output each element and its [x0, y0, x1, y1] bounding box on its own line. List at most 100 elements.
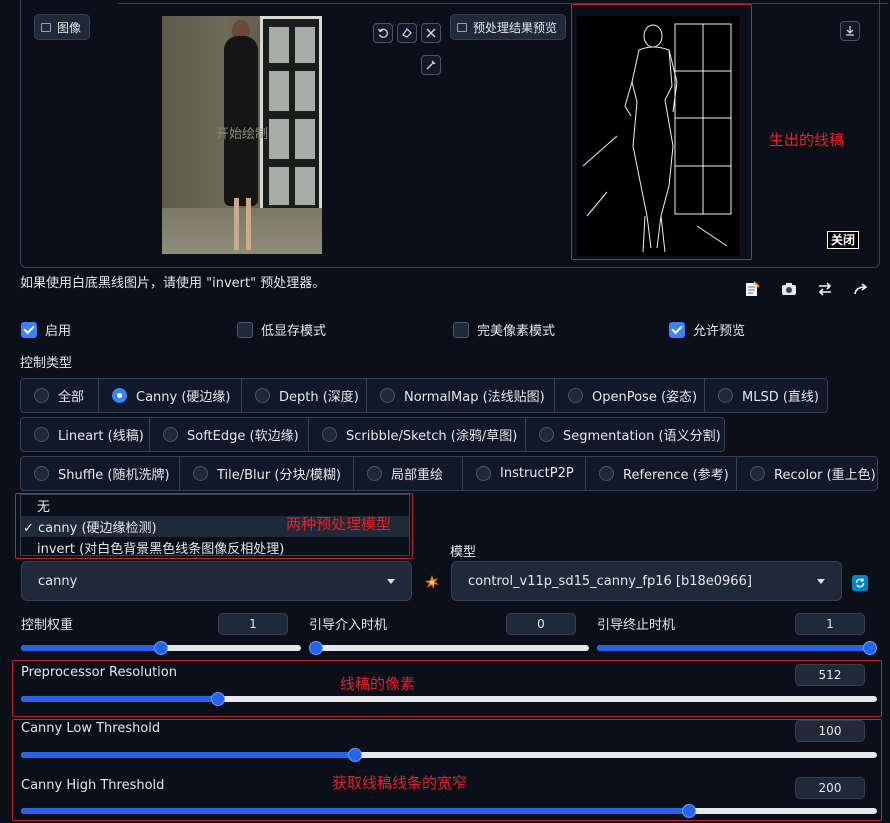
radio-segmentation-dot[interactable]: [539, 427, 554, 442]
chevron-down-icon: [817, 578, 825, 584]
checkbox-allow-preview-box[interactable]: [669, 321, 685, 338]
close-preview-button[interactable]: 关闭: [827, 231, 860, 249]
radio-inpaint[interactable]: 局部重绘: [353, 456, 463, 491]
slider-fill: [21, 752, 355, 758]
slider-thumb[interactable]: [863, 641, 877, 655]
radio-inpaint-dot[interactable]: [367, 466, 382, 481]
start-label: 引导介入时机: [309, 618, 388, 633]
radio-shuffle[interactable]: Shuffle (随机洗牌): [20, 456, 180, 491]
high-threshold-input[interactable]: 200: [795, 777, 865, 799]
undo-button[interactable]: [373, 23, 393, 43]
slider-thumb[interactable]: [309, 641, 323, 655]
checkbox-enable[interactable]: 启用: [21, 320, 71, 339]
checkbox-low-vram-box[interactable]: [237, 321, 253, 338]
undo-icon: [377, 28, 388, 38]
end-slider[interactable]: [597, 641, 877, 655]
swap-icon[interactable]: [816, 280, 834, 298]
radio-scribble[interactable]: Scribble/Sketch (涂鸦/草图): [308, 417, 526, 452]
radio-depth-dot[interactable]: [255, 388, 270, 403]
high-threshold-label: Canny High Threshold: [21, 778, 165, 793]
radio-canny[interactable]: Canny (硬边缘): [98, 378, 242, 413]
radio-shuffle-dot[interactable]: [34, 466, 49, 481]
low-threshold-input[interactable]: 100: [795, 720, 865, 742]
checkbox-pixel-perfect[interactable]: 完美像素模式: [453, 320, 555, 339]
end-label: 引导终止时机: [597, 618, 676, 633]
slider-fill: [21, 696, 218, 702]
slider-track[interactable]: [21, 808, 877, 814]
high-threshold-slider[interactable]: [21, 804, 877, 818]
image-input-label: 图像: [34, 14, 91, 40]
radio-canny-dot[interactable]: [112, 388, 127, 403]
control-type-row-3: Shuffle (随机洗牌) Tile/Blur (分块/模糊) 局部重绘 In…: [20, 456, 878, 491]
slider-thumb[interactable]: [681, 804, 696, 818]
clear-button[interactable]: [421, 23, 441, 43]
resolution-input[interactable]: 512: [795, 664, 865, 686]
run-preprocessor-button[interactable]: [424, 574, 440, 590]
radio-mlsd[interactable]: MLSD (直线): [704, 378, 828, 413]
resolution-slider[interactable]: [21, 692, 877, 706]
checkbox-low-vram[interactable]: 低显存模式: [237, 320, 326, 339]
image-icon: [41, 22, 51, 32]
end-input[interactable]: 1: [795, 613, 865, 635]
camera-icon[interactable]: [780, 280, 798, 298]
model-select[interactable]: control_v11p_sd15_canny_fp16 [b18e0966]: [451, 561, 842, 601]
slider-fill: [21, 645, 161, 651]
refresh-models-button[interactable]: [852, 575, 868, 591]
brush-button[interactable]: [421, 55, 441, 75]
checkbox-allow-preview[interactable]: 允许预览: [669, 320, 745, 339]
photo-window: [260, 16, 322, 214]
annotation-box-result: [571, 4, 752, 260]
control-type-row-1: 全部 Canny (硬边缘) Depth (深度) NormalMap (法线贴…: [20, 378, 828, 413]
low-threshold-label: Canny Low Threshold: [21, 721, 161, 736]
weight-slider[interactable]: [21, 641, 301, 655]
low-threshold-slider[interactable]: [21, 748, 877, 762]
radio-tile-blur-dot[interactable]: [193, 466, 208, 481]
radio-normalmap-dot[interactable]: [380, 388, 395, 403]
slider-track[interactable]: [597, 645, 877, 651]
slider-thumb[interactable]: [210, 692, 225, 706]
radio-depth[interactable]: Depth (深度): [241, 378, 367, 413]
slider-thumb[interactable]: [347, 748, 362, 762]
radio-lineart-dot[interactable]: [34, 427, 49, 442]
radio-scribble-dot[interactable]: [322, 427, 337, 442]
slider-track[interactable]: [21, 752, 877, 758]
start-input[interactable]: 0: [506, 613, 576, 635]
radio-instructp2p[interactable]: InstructP2P: [462, 456, 586, 491]
weight-label: 控制权重: [21, 618, 74, 633]
annotation-resolution: 线稿的像素: [340, 675, 416, 693]
slider-track[interactable]: [21, 696, 877, 702]
radio-recolor-dot[interactable]: [750, 466, 765, 481]
slider-track[interactable]: [309, 645, 589, 651]
radio-softedge[interactable]: SoftEdge (软边缘): [149, 417, 309, 452]
slider-fill: [21, 808, 689, 814]
download-button[interactable]: [840, 21, 860, 41]
radio-segmentation[interactable]: Segmentation (语义分割): [525, 417, 725, 452]
radio-all-dot[interactable]: [34, 388, 49, 403]
preview-label: 预处理结果预览: [450, 14, 567, 40]
radio-lineart[interactable]: Lineart (线稿): [20, 417, 150, 452]
radio-tile-blur[interactable]: Tile/Blur (分块/模糊): [179, 456, 354, 491]
preprocessor-select[interactable]: canny: [21, 561, 412, 601]
radio-openpose[interactable]: OpenPose (姿态): [554, 378, 705, 413]
radio-instructp2p-dot[interactable]: [476, 466, 491, 481]
refresh-icon: [855, 578, 865, 588]
send-icon[interactable]: [852, 280, 870, 298]
notes-icon[interactable]: [743, 280, 761, 298]
brush-icon: [426, 60, 436, 70]
control-type-label: 控制类型: [20, 356, 73, 371]
eraser-button[interactable]: [397, 23, 417, 43]
radio-softedge-dot[interactable]: [163, 427, 178, 442]
checkbox-enable-box[interactable]: [21, 321, 37, 338]
weight-input[interactable]: 1: [218, 613, 288, 635]
radio-reference-dot[interactable]: [599, 466, 614, 481]
radio-openpose-dot[interactable]: [568, 388, 583, 403]
radio-reference[interactable]: Reference (参考): [585, 456, 737, 491]
radio-all[interactable]: 全部: [20, 378, 99, 413]
radio-mlsd-dot[interactable]: [718, 388, 733, 403]
slider-thumb[interactable]: [154, 641, 168, 655]
checkbox-pixel-perfect-box[interactable]: [453, 321, 469, 338]
radio-normalmap[interactable]: NormalMap (法线贴图): [366, 378, 555, 413]
radio-recolor[interactable]: Recolor (重上色): [736, 456, 878, 491]
start-slider[interactable]: [309, 641, 589, 655]
download-icon: [846, 26, 854, 36]
